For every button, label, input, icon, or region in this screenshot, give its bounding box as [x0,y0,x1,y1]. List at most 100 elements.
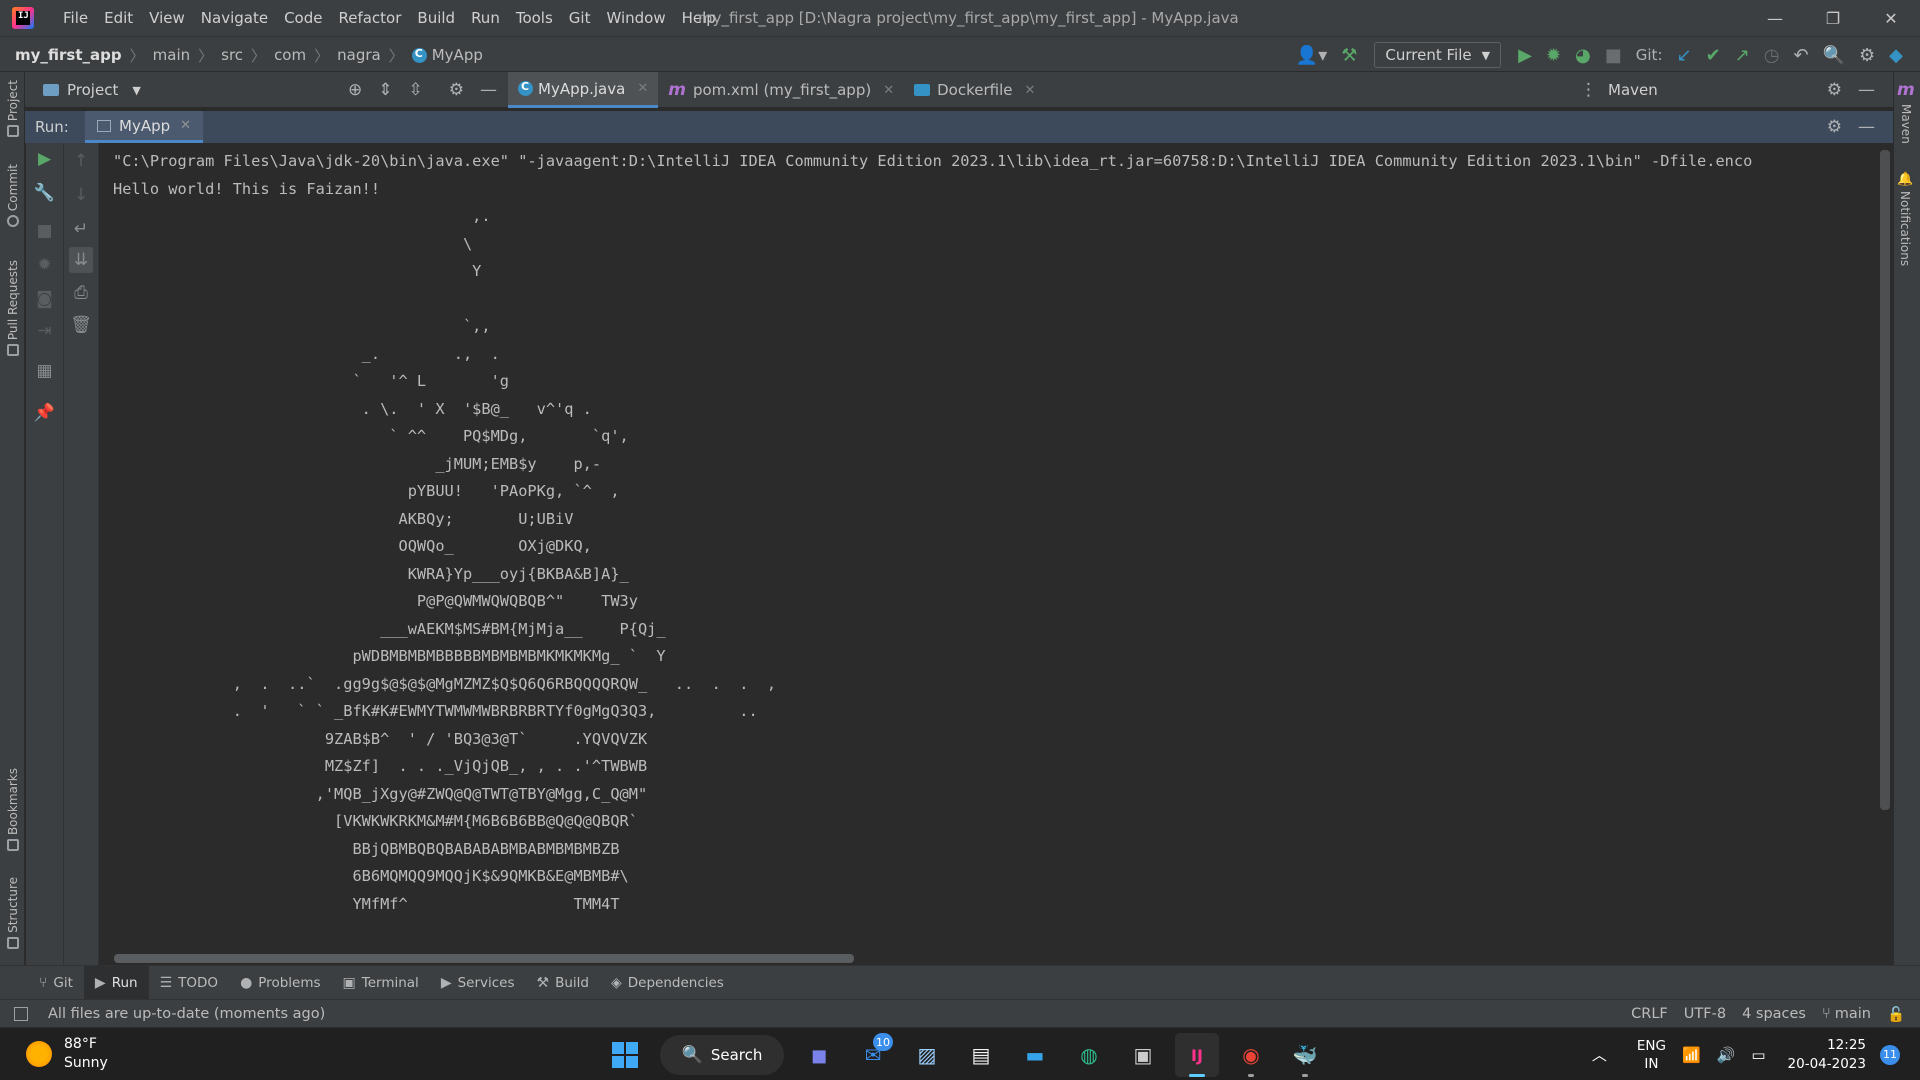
tab-dockerfile[interactable]: Dockerfile ✕ [904,72,1045,108]
hide-panel-icon[interactable]: — [1858,117,1875,137]
horizontal-scrollbar[interactable] [114,954,854,963]
close-window-button[interactable]: ✕ [1862,0,1920,36]
rerun-icon[interactable]: ▶ [26,149,63,169]
minimize-button[interactable]: — [1746,0,1804,36]
tab-terminal[interactable]: ▣ Terminal [332,966,430,1000]
gear-icon[interactable]: ⚙ [449,80,464,100]
layout-icon[interactable]: ▦ [26,361,63,381]
debug-icon[interactable]: ✹ [1546,45,1561,66]
search-icon[interactable]: 🔍 [1823,45,1845,66]
clock[interactable]: 12:25 20-04-2023 [1788,1036,1866,1074]
run-configuration-select[interactable]: Current File ▼ [1374,42,1502,68]
chrome-browser-icon[interactable]: ◉ [1229,1033,1273,1077]
menu-file[interactable]: File [55,0,96,36]
tab-build[interactable]: ⚒ Build [526,966,600,1000]
camera-icon[interactable]: ◙ [26,289,63,309]
volume-icon[interactable]: 🔊 [1717,1046,1736,1064]
menu-git[interactable]: Git [561,0,599,36]
weather-widget[interactable]: 88°F Sunny [26,1034,108,1074]
scroll-to-end-icon[interactable]: ⇊ [69,247,93,273]
sidebar-item-maven[interactable]: m Maven [1897,80,1915,144]
restore-button[interactable]: ❐ [1804,0,1862,36]
coverage-icon[interactable]: ◕ [1575,45,1591,66]
menu-build[interactable]: Build [409,0,463,36]
notification-badge[interactable]: 11 [1880,1044,1900,1065]
console-output[interactable]: "C:\Program Files\Java\jdk-20\bin\java.e… [99,143,1880,965]
indent-widget[interactable]: 4 spaces [1742,1006,1806,1022]
menu-run[interactable]: Run [463,0,508,36]
wifi-icon[interactable]: 📶 [1682,1046,1701,1064]
battery-icon[interactable]: ▭ [1751,1046,1765,1064]
build-hammer-icon[interactable]: ⚒ [1341,45,1357,66]
tab-git[interactable]: ⑂ Git [28,966,84,1000]
git-update-icon[interactable]: ↙ [1677,45,1692,66]
tab-pom-xml[interactable]: m pom.xml (my_first_app) ✕ [658,72,904,108]
rollback-icon[interactable]: ↶ [1794,45,1809,66]
git-commit-icon[interactable]: ✔ [1706,45,1721,66]
start-button[interactable] [603,1033,647,1077]
taskbar-search[interactable]: 🔍 Search [660,1035,784,1075]
intellij-app-icon[interactable]: IJ [1175,1033,1219,1077]
git-branch-widget[interactable]: ⑂ main [1822,1006,1871,1022]
tab-todo[interactable]: ☰ TODO [149,966,229,1000]
breadcrumb-com[interactable]: com [274,46,306,64]
terminal-app-icon[interactable]: ▣ [1121,1033,1165,1077]
encoding-widget[interactable]: UTF-8 [1684,1006,1726,1022]
stop-icon[interactable]: ■ [26,221,63,241]
sidebar-item-commit[interactable]: Commit [2,164,24,228]
tab-services[interactable]: ▶ Services [430,966,526,1000]
desktop-icon[interactable]: ▬ [1013,1033,1057,1077]
edge-browser-icon[interactable]: ◍ [1067,1033,1111,1077]
wrench-icon[interactable]: 🔧 [26,183,63,203]
soft-wrap-icon[interactable]: ↵ [64,219,98,239]
menu-window[interactable]: Window [598,0,673,36]
breadcrumb-project[interactable]: my_first_app [15,46,122,64]
sidebar-item-structure[interactable]: Structure [2,877,24,949]
language-indicator[interactable]: ENG IN [1637,1037,1666,1073]
collapse-all-icon[interactable]: ⇳ [409,80,423,100]
menu-navigate[interactable]: Navigate [193,0,276,36]
breadcrumb-nagra[interactable]: nagra [337,46,381,64]
arrow-up-icon[interactable]: ↑ [64,151,98,171]
exit-icon[interactable]: ⇥ [26,321,63,341]
docker-app-icon[interactable]: 🐳 [1283,1033,1327,1077]
print-icon[interactable]: ⎙ [64,283,98,303]
tab-myapp-java[interactable]: MyApp.java ✕ [508,72,659,108]
close-icon[interactable]: ✕ [1024,83,1035,98]
menu-edit[interactable]: Edit [96,0,141,36]
gear-icon[interactable]: ⚙ [1859,45,1875,66]
project-panel-header[interactable]: Project ▼ [43,72,141,108]
lock-icon[interactable]: 🔓 [1887,1006,1905,1023]
breadcrumb-main[interactable]: main [153,46,190,64]
tab-run[interactable]: ▶ Run [83,965,149,1000]
tab-dependencies[interactable]: ◈ Dependencies [600,966,735,1000]
tab-run-myapp[interactable]: MyApp ✕ [85,111,204,143]
git-push-icon[interactable]: ↗ [1735,45,1750,66]
intellij-logo-icon[interactable]: IJ [12,7,34,29]
teams-chat-icon[interactable]: ◼ [797,1033,841,1077]
breadcrumb-src[interactable]: src [221,46,243,64]
git-history-icon[interactable]: ◷ [1764,45,1780,66]
breadcrumb-myapp[interactable]: MyApp [432,46,483,64]
gear-icon[interactable]: ⚙ [1827,117,1842,137]
arrow-down-icon[interactable]: ↓ [64,185,98,205]
sidebar-item-pull-requests[interactable]: Pull Requests [2,260,24,357]
ide-updates-icon[interactable]: ◆ [1889,45,1903,66]
menu-code[interactable]: Code [276,0,330,36]
trash-icon[interactable]: 🗑 [64,315,98,335]
mail-icon[interactable]: ✉ 10 [851,1033,895,1077]
sidebar-item-notifications[interactable]: 🔔 Notifications [1897,172,1913,266]
toggle-tool-windows-icon[interactable] [14,1007,28,1021]
photos-icon[interactable]: ▨ [905,1033,949,1077]
pin-icon[interactable]: 📌 [26,403,63,423]
menu-view[interactable]: View [141,0,193,36]
run-icon[interactable]: ▶ [1518,45,1532,66]
sidebar-item-project[interactable]: Project [2,80,24,138]
sidebar-item-bookmarks[interactable]: Bookmarks [2,768,24,852]
account-icon[interactable]: 👤▾ [1296,45,1327,66]
locate-file-icon[interactable]: ⊕ [348,80,362,100]
status-message[interactable]: All files are up-to-date (moments ago) [48,1000,325,1028]
debug-icon[interactable]: ✹ [26,255,63,275]
expand-all-icon[interactable]: ⇕ [378,80,392,100]
line-separator-widget[interactable]: CRLF [1631,1006,1668,1022]
